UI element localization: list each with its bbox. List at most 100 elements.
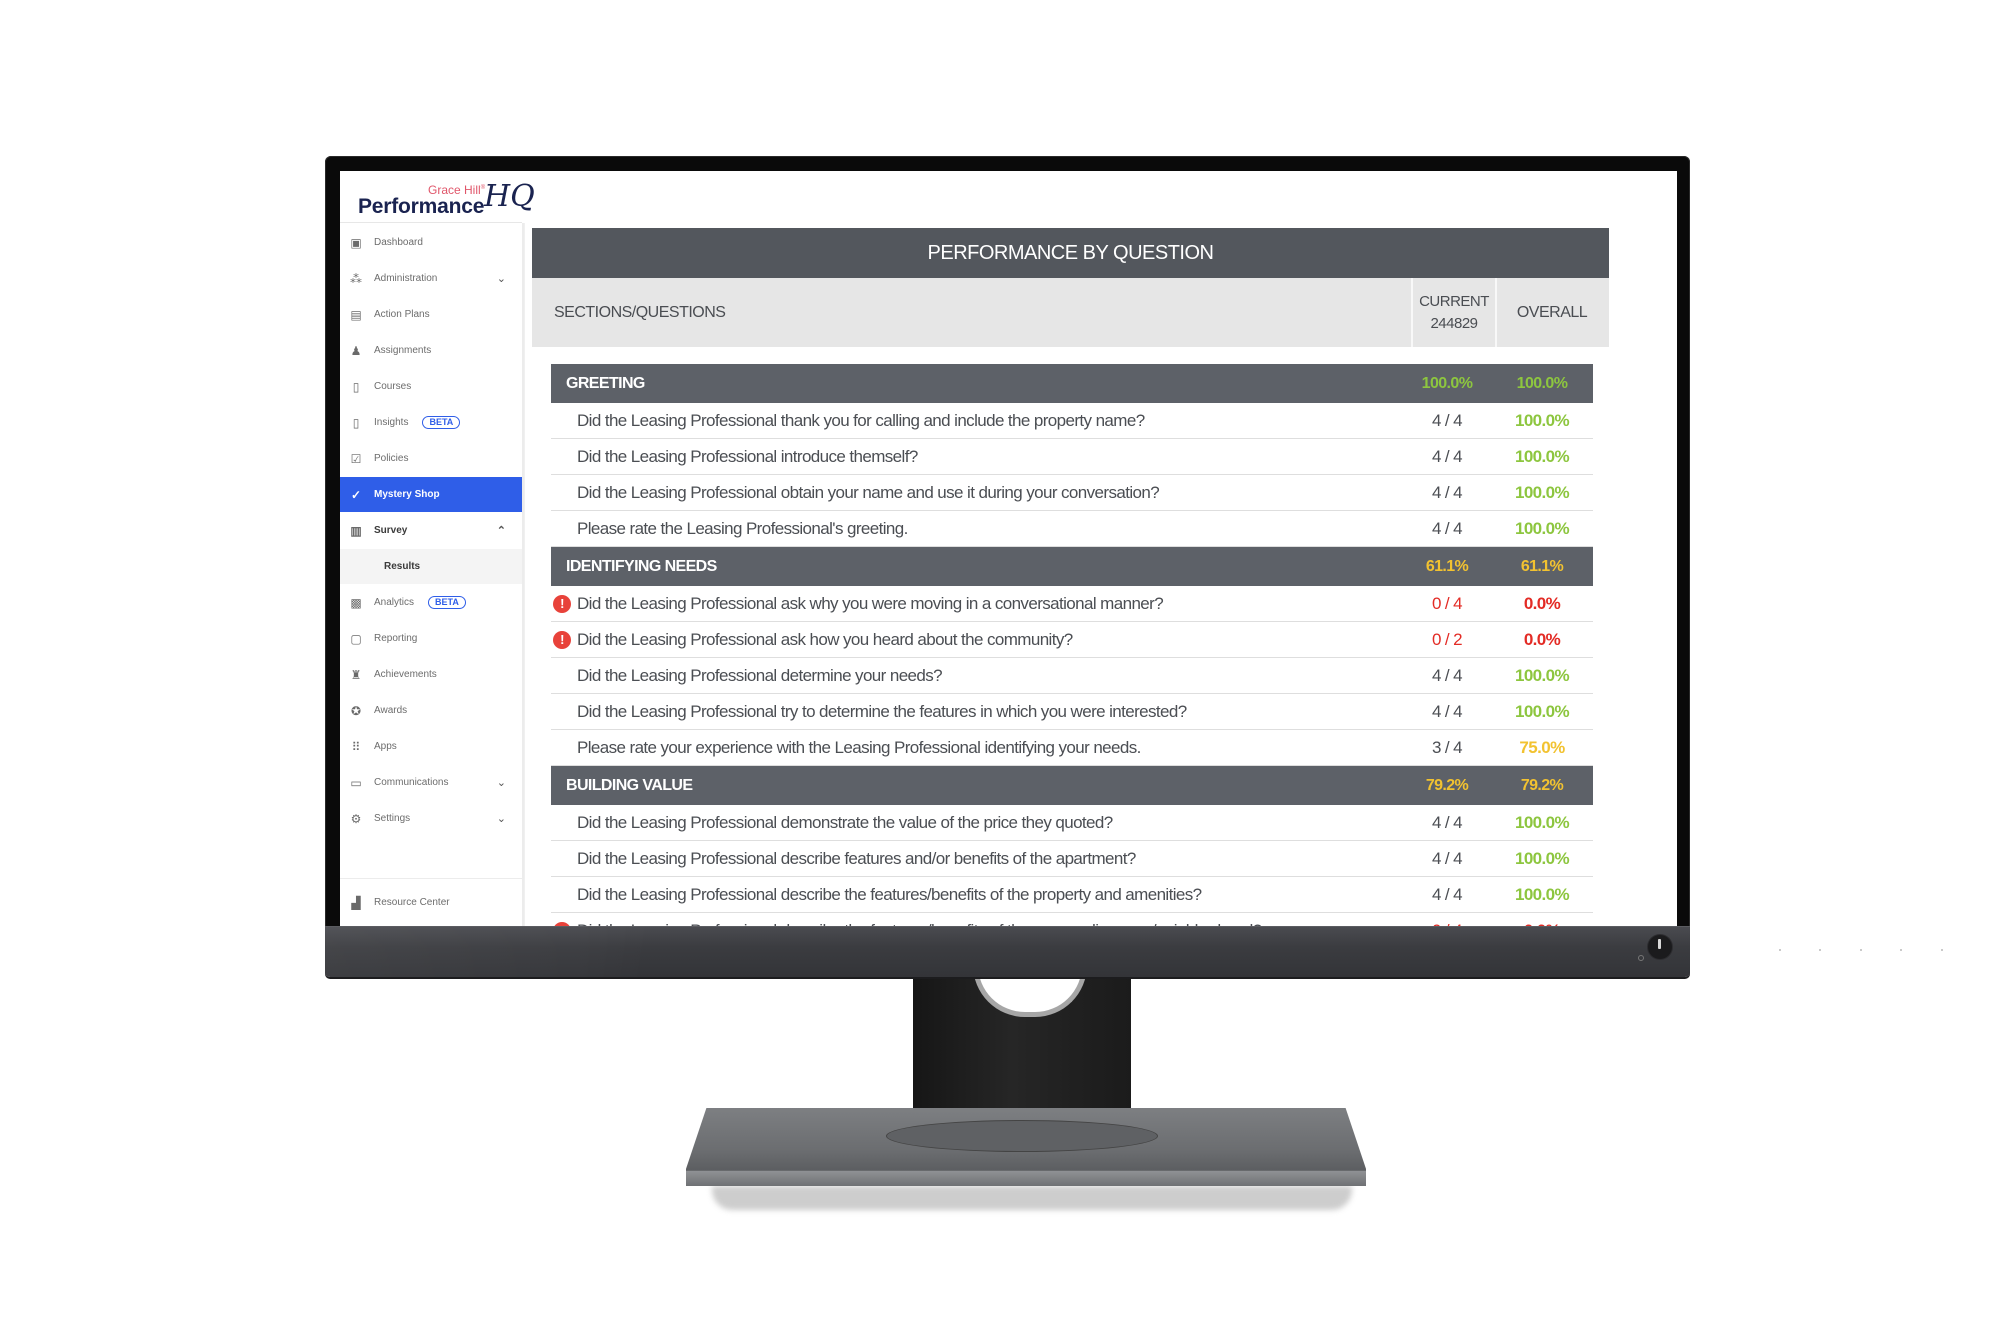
main-panel: PERFORMANCE BY QUESTION SECTIONS/QUESTIO… (524, 223, 1677, 926)
sidebar-item-achievements[interactable]: ♜ Achievements (340, 657, 522, 692)
section-row-greeting[interactable]: GREETING 100.0% 100.0% (551, 364, 1593, 403)
app-screen: Grace Hill® Performance HQ ▣ Dashboard ⁂ Ad… (340, 171, 1677, 926)
question-text: Please rate the Leasing Professional's g… (577, 518, 908, 538)
chevron-up-icon[interactable]: ⌃ (497, 524, 506, 537)
sidebar-item-label: Courses (374, 381, 412, 392)
question-text: Did the Leasing Professional demonstrate… (577, 812, 1113, 832)
chevron-down-icon[interactable]: ⌄ (497, 776, 506, 789)
sidebar-item-label: Policies (374, 453, 409, 464)
power-button-icon[interactable] (1648, 935, 1672, 959)
sidebar-subitem-results[interactable]: Results (340, 549, 522, 584)
alert-exclamation-icon: ! (553, 630, 571, 649)
question-row[interactable]: ! Did the Leasing Professional describe t… (551, 913, 1593, 926)
clipboard-stack-icon: ▤ (350, 307, 362, 322)
question-row[interactable]: Did the Leasing Professional determine y… (551, 658, 1593, 694)
section-row-building-value[interactable]: BUILDING VALUE 79.2% 79.2% (551, 766, 1593, 805)
sidebar-item-awards[interactable]: ✪ Awards (340, 693, 522, 728)
question-overall-score: 100.0% (1514, 848, 1570, 868)
column-current-label: CURRENT (1419, 292, 1489, 310)
resource-center-icon: ▟ (351, 895, 361, 910)
question-current-score: 4 / 4 (1431, 884, 1463, 904)
question-overall-score: 100.0% (1514, 884, 1570, 904)
sidebar-item-resource-center[interactable]: ▟ Resource Center (340, 885, 522, 920)
sidebar-item-communications[interactable]: ▭ Communications ⌄ (340, 765, 522, 800)
question-text: Did the Leasing Professional try to dete… (577, 701, 1187, 721)
monitor-button-indicator (1860, 949, 1862, 951)
question-overall-score: 100.0% (1514, 812, 1570, 832)
section-current-score: 61.1% (1425, 557, 1469, 575)
question-current-score: 4 / 4 (1431, 848, 1463, 868)
section-overall-score: 79.2% (1520, 776, 1564, 794)
sidebar-item-dashboard[interactable]: ▣ Dashboard (340, 225, 522, 260)
section-overall-score: 100.0% (1516, 374, 1568, 392)
question-text: Did the Leasing Professional thank you f… (577, 410, 1145, 430)
bar-chart-icon: ▥ (350, 523, 362, 538)
column-header-current[interactable]: CURRENT 244829 (1411, 278, 1497, 347)
question-text: Did the Leasing Professional ask why you… (577, 593, 1164, 613)
sidebar-footer: ▟ Resource Center (340, 878, 522, 926)
chevron-down-icon[interactable]: ⌄ (497, 812, 506, 825)
alert-exclamation-icon: ! (553, 594, 571, 613)
sidebar-item-label: Awards (374, 705, 408, 716)
sidebar-item-settings[interactable]: ⚙ Settings ⌄ (340, 801, 522, 836)
question-current-score: 4 / 4 (1431, 410, 1463, 430)
logo-performance: Performance (358, 195, 485, 218)
column-header-overall[interactable]: OVERALL (1495, 278, 1609, 347)
question-row[interactable]: Did the Leasing Professional thank you f… (551, 403, 1593, 439)
column-header-questions[interactable]: SECTIONS/QUESTIONS (554, 278, 726, 347)
question-overall-score: 0.0% (1491, 921, 1593, 927)
question-current-score: 4 / 4 (1431, 701, 1463, 721)
question-overall-score: 100.0% (1514, 701, 1570, 721)
question-row[interactable]: Did the Leasing Professional obtain your… (551, 475, 1593, 511)
chevron-down-icon[interactable]: ⌄ (497, 272, 506, 285)
section-name: BUILDING VALUE (566, 776, 693, 794)
alert-exclamation-icon: ! (553, 921, 571, 926)
question-row[interactable]: Did the Leasing Professional describe fe… (551, 841, 1593, 877)
sidebar-item-label: Assignments (374, 345, 432, 356)
check-circle-icon: ✓ (350, 487, 362, 502)
sidebar-item-apps[interactable]: ⠿ Apps (340, 729, 522, 764)
question-current-score: 4 / 4 (1431, 446, 1463, 466)
column-current-id: 244829 (1430, 314, 1478, 332)
sidebar-item-courses[interactable]: ▯ Courses (340, 369, 522, 404)
sidebar-item-administration[interactable]: ⁂ Administration ⌄ (340, 261, 522, 296)
sidebar-item-survey[interactable]: ▥ Survey ⌃ (340, 513, 522, 548)
question-row[interactable]: Please rate the Leasing Professional's g… (551, 511, 1593, 547)
sidebar-item-reporting[interactable]: ▢ Reporting (340, 621, 522, 656)
question-text: Did the Leasing Professional determine y… (577, 665, 943, 685)
analytics-icon: ▩ (350, 595, 362, 610)
sidebar-item-assignments[interactable]: ♟ Assignments (340, 333, 522, 368)
question-overall-score: 100.0% (1514, 410, 1570, 430)
logo-hq: HQ (484, 179, 535, 214)
question-row[interactable]: Did the Leasing Professional demonstrate… (551, 805, 1593, 841)
monitor-button-indicator (1900, 949, 1902, 951)
question-row[interactable]: Did the Leasing Professional introduce t… (551, 439, 1593, 475)
question-row[interactable]: Did the Leasing Professional try to dete… (551, 694, 1593, 730)
question-row[interactable]: ! Did the Leasing Professional ask why yo… (551, 586, 1593, 622)
section-overall-score: 61.1% (1520, 557, 1564, 575)
sidebar-item-action-plans[interactable]: ▤ Action Plans (340, 297, 522, 332)
section-name: GREETING (566, 374, 645, 392)
question-row[interactable]: Did the Leasing Professional describe th… (551, 877, 1593, 913)
question-overall-score: 0.0% (1523, 593, 1561, 613)
performance-hq-logo[interactable]: Grace Hill® Performance HQ (358, 179, 548, 218)
sidebar-item-label: Resource Center (374, 897, 450, 908)
section-current-score: 79.2% (1425, 776, 1469, 794)
sidebar-item-label: Dashboard (374, 237, 423, 248)
sidebar-item-mystery-shop[interactable]: ✓ Mystery Shop (340, 477, 522, 512)
sidebar-item-analytics[interactable]: ▩ Analytics BETA (340, 585, 522, 620)
monitor-button-indicator (1779, 949, 1781, 951)
question-overall-score: 0.0% (1523, 629, 1561, 649)
sidebar-item-insights[interactable]: ▯ Insights BETA (340, 405, 522, 440)
people-group-icon: ⁂ (350, 271, 362, 286)
question-text: Did the Leasing Professional describe th… (577, 884, 1202, 904)
section-row-identifying-needs[interactable]: IDENTIFYING NEEDS 61.1% 61.1% (551, 547, 1593, 586)
sidebar-item-policies[interactable]: ☑ Policies (340, 441, 522, 476)
question-current-score: 4 / 4 (1431, 665, 1463, 685)
sidebar-item-label: Insights (374, 417, 409, 428)
question-row[interactable]: Please rate your experience with the Lea… (551, 730, 1593, 766)
question-overall-score: 100.0% (1514, 482, 1570, 502)
question-row[interactable]: ! Did the Leasing Professional ask how yo… (551, 622, 1593, 658)
question-current-score: 0 / 2 (1431, 629, 1463, 649)
checklist-icon: ☑ (350, 451, 362, 466)
